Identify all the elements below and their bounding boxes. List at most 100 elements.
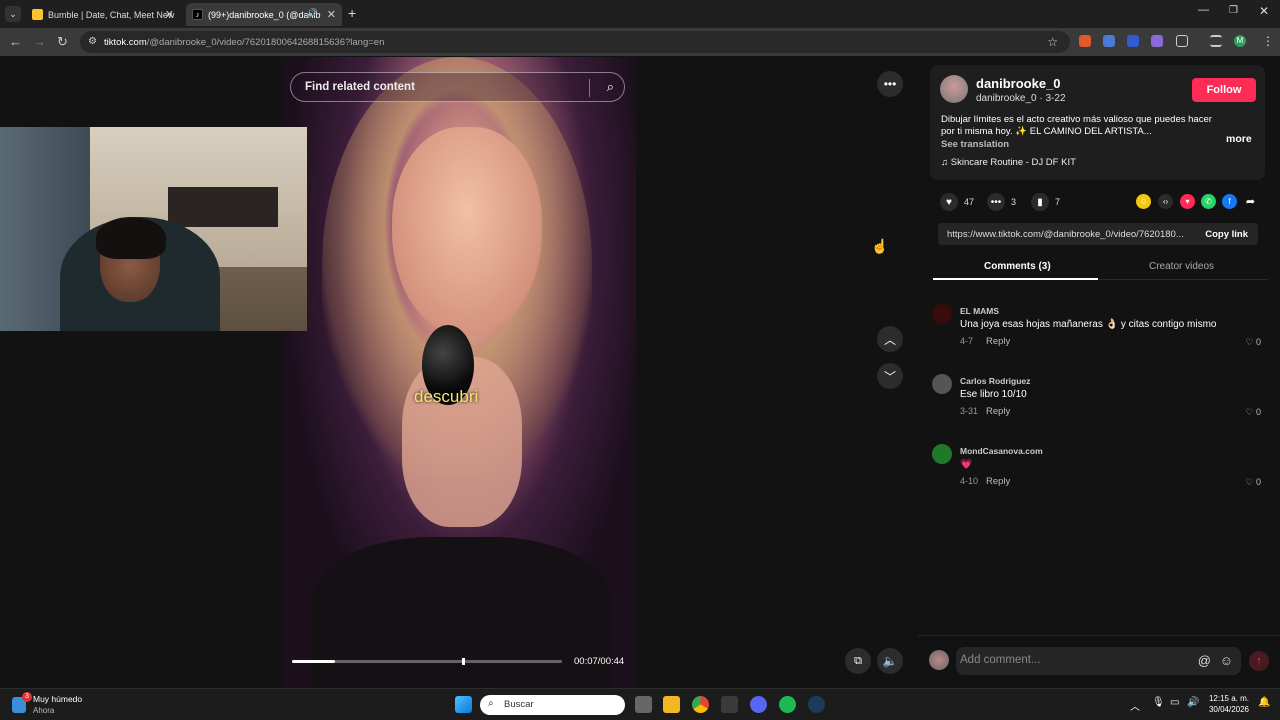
comment-count: 3 [1011, 197, 1017, 207]
active-tab-indicator [933, 278, 1098, 280]
more-link[interactable]: more [1226, 133, 1252, 145]
avatar[interactable] [932, 444, 952, 464]
share-friends-icon[interactable]: ☺ [1136, 194, 1151, 209]
comment-like-button[interactable]: ♡ 0 [1245, 407, 1261, 418]
comment-author[interactable]: Carlos Rodriguez [960, 376, 1030, 386]
search-icon[interactable]: ⌕ [607, 79, 614, 95]
mention-icon[interactable]: @ [1198, 653, 1211, 668]
reply-button[interactable]: Reply [986, 476, 1010, 487]
back-icon[interactable]: ← [9, 34, 22, 49]
more-options-button[interactable]: ••• [877, 71, 903, 97]
author-handle-date: danibrooke_0 · 3-22 [976, 93, 1066, 104]
comment-button[interactable]: ••• 3 [987, 193, 1016, 211]
follow-button[interactable]: Follow [1192, 78, 1256, 102]
chevron-up-icon[interactable]: ︿ [1130, 698, 1140, 713]
bookmark-star-icon[interactable]: ☆ [1047, 35, 1058, 49]
embed-icon[interactable]: ‹› [1158, 194, 1173, 209]
previous-video-button[interactable]: ︿ [877, 326, 903, 352]
send-comment-button[interactable]: ↑ [1249, 651, 1269, 671]
discord-icon[interactable] [750, 696, 767, 713]
extension-shield-icon[interactable] [1127, 35, 1139, 47]
close-tab-icon[interactable]: ✕ [327, 8, 336, 21]
copy-link-button[interactable]: Copy link [1205, 229, 1248, 240]
comment-author[interactable]: MondCasanova.com [960, 446, 1043, 456]
windows-start-icon[interactable] [455, 696, 472, 713]
system-clock[interactable]: 12:15 a. m. 30/04/2026 [1205, 693, 1249, 715]
video-link-text: https://www.tiktok.com/@danibrooke_0/vid… [947, 229, 1184, 240]
bumble-icon [32, 9, 43, 20]
chrome-icon[interactable] [692, 696, 709, 713]
whatsapp-icon[interactable]: ✆ [1201, 194, 1216, 209]
file-explorer-icon[interactable] [663, 696, 680, 713]
weather-badge: 3 [22, 692, 32, 702]
avatar[interactable] [932, 304, 952, 324]
minimize-button[interactable]: — [1198, 4, 1209, 16]
tab-creator-videos[interactable]: Creator videos [1149, 261, 1214, 272]
reply-button[interactable]: Reply [986, 406, 1010, 417]
avatar[interactable] [932, 374, 952, 394]
spotify-icon[interactable] [779, 696, 796, 713]
speaker-icon[interactable]: 🔊 [1187, 697, 1199, 708]
steam-icon[interactable] [808, 696, 825, 713]
taskbar-search[interactable]: ⌕ Buscar [480, 695, 625, 715]
network-icon[interactable]: ▭ [1170, 697, 1179, 708]
tab-comments[interactable]: Comments (3) [984, 261, 1051, 272]
comment-input[interactable]: Add comment... @ ☺ [956, 647, 1241, 675]
extension-translate-icon[interactable] [1103, 35, 1115, 47]
comment-text: Ese libro 10/10 [960, 389, 1027, 400]
comment-date: 4-10 [960, 476, 979, 486]
close-tab-icon[interactable]: ✕ [165, 8, 174, 21]
weather-subtitle: Ahora [33, 706, 55, 715]
media-control-icon[interactable] [1210, 35, 1222, 47]
video-player[interactable]: descubri 00:07/00:44 [282, 57, 636, 688]
send-icon[interactable]: ▾ [1180, 194, 1195, 209]
extension-cloud-icon[interactable] [1151, 35, 1163, 47]
reload-icon[interactable]: ↻ [57, 34, 68, 50]
extensions-puzzle-icon[interactable] [1176, 35, 1188, 47]
microphone-icon[interactable]: 🎙 [1152, 697, 1165, 708]
save-count: 7 [1055, 197, 1061, 207]
save-button[interactable]: ▮ 7 [1031, 193, 1060, 211]
notifications-icon[interactable]: 🔔 [1258, 697, 1270, 708]
forward-icon[interactable]: → [33, 34, 46, 49]
tab-bumble[interactable]: Bumble | Date, Chat, Meet New ✕ [26, 3, 180, 26]
browser-tab-strip: ⌄ Bumble | Date, Chat, Meet New ✕ ♪ (99+… [0, 0, 1280, 28]
facebook-icon[interactable]: f [1222, 194, 1237, 209]
tab-search-button[interactable]: ⌄ [5, 6, 21, 22]
music-title: Skincare Routine - DJ DF KIT [950, 157, 1076, 168]
see-translation-link[interactable]: See translation [941, 139, 1009, 150]
profile-avatar-icon[interactable]: M [1234, 35, 1246, 47]
comment-author[interactable]: EL MAMS [960, 306, 999, 316]
next-video-button[interactable]: ﹀ [877, 363, 903, 389]
avatar[interactable] [940, 75, 968, 103]
reply-button[interactable]: Reply [986, 336, 1010, 347]
floating-player-button[interactable]: ⧉ [845, 648, 871, 674]
mouse-cursor-icon: ☝ [871, 238, 889, 254]
extension-fox-icon[interactable] [1079, 35, 1091, 47]
like-button[interactable]: ♥ 47 [940, 193, 974, 211]
find-related-search[interactable]: Find related content ⌕ [290, 72, 625, 102]
tab-tiktok[interactable]: ♪ (99+)danibrooke_0 (@danib 🔊 ✕ [186, 3, 342, 26]
webcam-hair [96, 217, 166, 259]
close-window-button[interactable]: ✕ [1259, 4, 1269, 18]
audio-playing-icon[interactable]: 🔊 [307, 8, 318, 19]
browser-menu-icon[interactable]: ⋮ [1262, 34, 1274, 48]
heart-outline-icon: ♡ [1245, 337, 1256, 347]
music-link[interactable]: ♫ Skincare Routine - DJ DF KIT [941, 157, 1076, 168]
url-bar[interactable]: ⚙ tiktok.com/@danibrooke_0/video/7620180… [80, 31, 1070, 53]
like-count: 47 [964, 197, 975, 207]
video-progress-bar[interactable] [292, 658, 562, 665]
share-arrow-icon[interactable]: ➦ [1243, 194, 1258, 209]
volume-button[interactable]: 🔈 [877, 648, 903, 674]
comment-like-button[interactable]: ♡ 0 [1245, 477, 1261, 488]
restore-button[interactable]: ❐ [1229, 5, 1238, 16]
search-divider [589, 79, 590, 97]
xbox-icon[interactable] [721, 696, 738, 713]
comment-like-button[interactable]: ♡ 0 [1245, 337, 1261, 348]
site-info-icon[interactable]: ⚙ [88, 36, 97, 47]
new-tab-button[interactable]: + [348, 5, 356, 21]
author-username[interactable]: danibrooke_0 [976, 76, 1061, 91]
task-view-icon[interactable] [635, 696, 652, 713]
emoji-icon[interactable]: ☺ [1220, 653, 1233, 668]
video-link-box[interactable]: https://www.tiktok.com/@danibrooke_0/vid… [938, 223, 1258, 245]
